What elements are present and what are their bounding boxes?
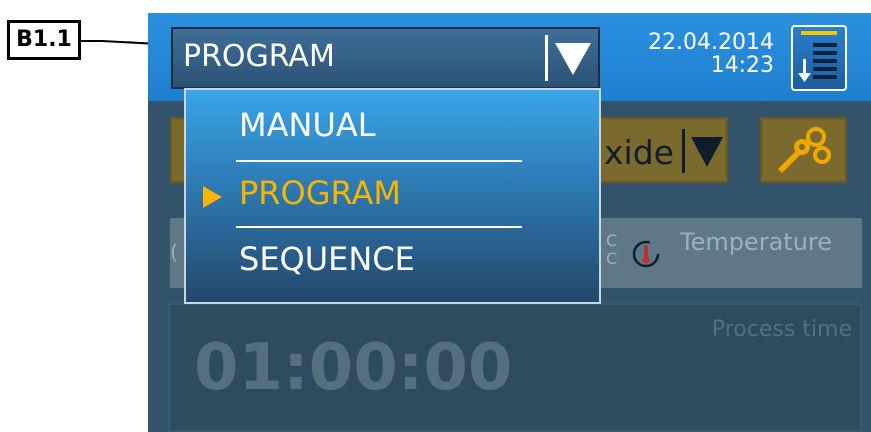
mode-dropdown-list: MANUAL PROGRAM SEQUENCE	[184, 88, 601, 304]
mode-select-value: PROGRAM	[183, 39, 335, 74]
process-time-label: Process time	[711, 317, 852, 342]
gas-type-separator	[682, 129, 685, 173]
option-sequence[interactable]: SEQUENCE	[239, 240, 415, 278]
menu-button[interactable]	[791, 25, 847, 91]
device-screen: PROGRAM 22.04.2014 14:23 xide (C C Temp…	[148, 13, 871, 432]
option-program[interactable]: PROGRAM	[239, 174, 401, 212]
callout-label: B1.1	[7, 20, 81, 60]
list-menu-icon	[798, 31, 837, 82]
settings-button[interactable]	[760, 117, 847, 183]
parameter-left-fragment: (	[170, 240, 178, 264]
selected-arrow-icon	[203, 186, 222, 208]
callout-leader-h1	[81, 40, 103, 42]
date-time: 22.04.2014 14:23	[616, 31, 774, 77]
option-manual[interactable]: MANUAL	[239, 106, 376, 144]
parameter-mid-fragment: CC	[606, 231, 618, 268]
time-text: 14:23	[710, 53, 774, 78]
temperature-label: Temperature	[680, 228, 833, 256]
wrench-gears-icon	[778, 127, 831, 173]
process-time-value: 01:00:00	[194, 331, 513, 405]
chevron-down-icon	[555, 43, 591, 75]
option-divider	[236, 226, 522, 228]
option-divider	[236, 160, 522, 162]
date-text: 22.04.2014	[648, 30, 774, 55]
process-time-panel: Process time 01:00:00	[168, 303, 862, 432]
mode-select-separator	[545, 35, 548, 81]
thermometer-icon	[632, 240, 660, 268]
mode-select[interactable]: PROGRAM	[171, 27, 600, 89]
gas-type-value: xide	[604, 133, 674, 172]
chevron-down-icon	[691, 137, 723, 167]
